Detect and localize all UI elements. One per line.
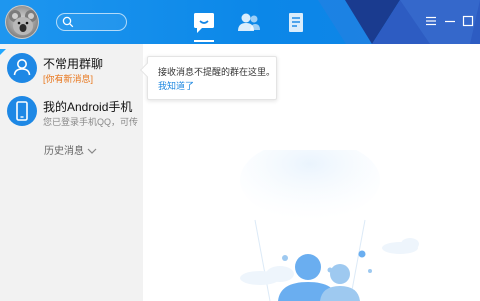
search-input[interactable] xyxy=(77,15,123,29)
chat-icon xyxy=(194,13,214,33)
menu-icon xyxy=(426,16,436,26)
tab-messages[interactable] xyxy=(191,11,217,35)
maximize-icon xyxy=(462,15,474,27)
tab-space[interactable] xyxy=(283,11,309,35)
list-item-android-phone[interactable]: 我的Android手机 您已登录手机QQ，可传 xyxy=(0,92,143,132)
minimize-icon xyxy=(445,20,455,23)
tooltip-message: 接收消息不提醒的群在这里。 xyxy=(158,67,276,77)
active-tab-indicator xyxy=(194,40,214,42)
main-menu-button[interactable] xyxy=(424,14,438,28)
group-icon xyxy=(7,53,37,83)
history-messages-toggle[interactable]: 历史消息 xyxy=(44,142,97,157)
list-item-title: 不常用群聊 xyxy=(43,57,104,71)
empty-state-illustration xyxy=(240,150,419,301)
list-item-group-chats[interactable]: 不常用群聊 [你有新消息] xyxy=(0,49,143,89)
contacts-icon xyxy=(238,13,260,31)
list-item-title: 我的Android手机 xyxy=(43,100,133,114)
phone-icon xyxy=(7,96,37,126)
conversation-list: 不常用群聊 [你有新消息] 我的Android手机 您已登录手机QQ，可传 历史… xyxy=(0,44,143,301)
search-icon xyxy=(62,16,74,28)
maximize-button[interactable] xyxy=(461,14,475,28)
list-item-subtitle: [你有新消息] xyxy=(43,74,94,84)
got-it-link[interactable]: 我知道了 xyxy=(158,79,194,92)
document-icon xyxy=(289,13,303,32)
history-label: 历史消息 xyxy=(44,146,84,157)
list-item-subtitle: 您已登录手机QQ，可传 xyxy=(43,117,139,127)
search-box[interactable] xyxy=(56,13,127,31)
minimize-button[interactable] xyxy=(443,14,457,28)
info-tooltip: 接收消息不提醒的群在这里。 我知道了 xyxy=(139,56,277,100)
title-bar xyxy=(0,0,480,44)
tab-contacts[interactable] xyxy=(236,11,262,35)
chevron-down-icon xyxy=(87,148,97,155)
user-avatar[interactable] xyxy=(5,5,39,39)
